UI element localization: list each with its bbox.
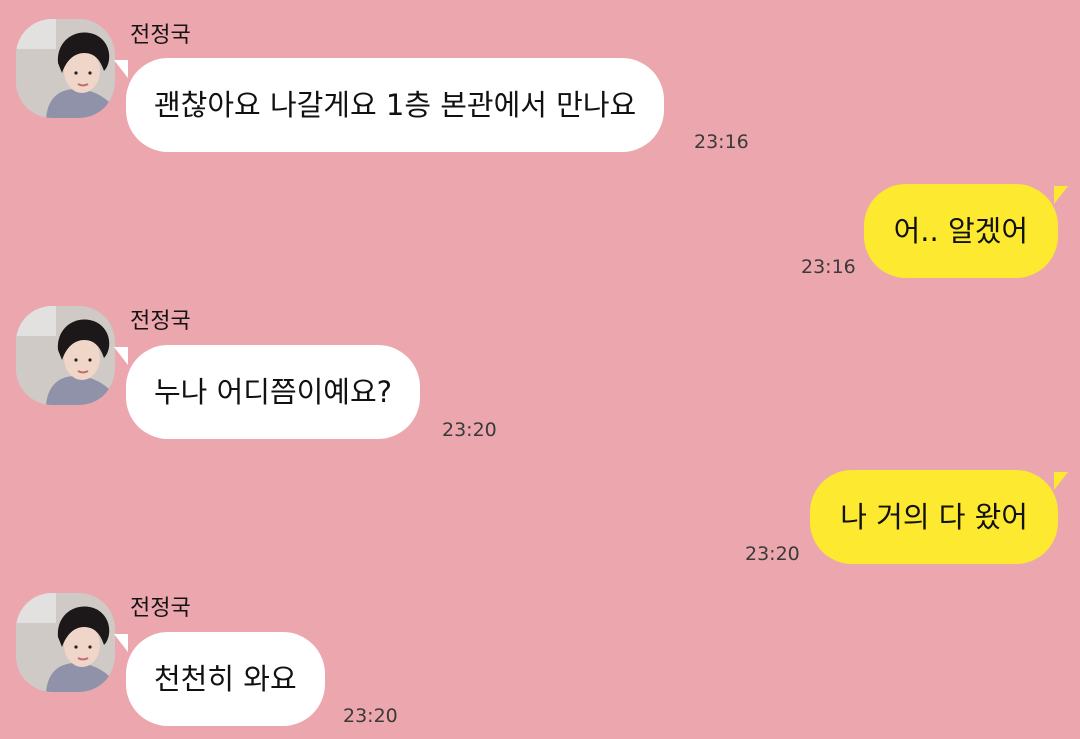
sender-name: 전정국 <box>130 596 191 621</box>
bubble-tail <box>114 60 128 78</box>
sender-avatar[interactable] <box>16 593 115 692</box>
bubble-tail <box>1054 472 1068 490</box>
bubble-tail <box>114 634 128 652</box>
bubble-tail <box>114 347 128 365</box>
message-bubble-incoming[interactable]: 괜찮아요 나갈게요 1층 본관에서 만나요 <box>126 58 665 152</box>
sender-avatar[interactable] <box>16 19 115 118</box>
message-bubble-incoming[interactable]: 누나 어디쯤이예요? <box>126 345 421 439</box>
message-timestamp: 23:16 <box>801 256 856 278</box>
message-timestamp: 23:20 <box>745 543 800 565</box>
profile-photo-icon <box>16 306 115 405</box>
message-timestamp: 23:20 <box>442 419 497 441</box>
sender-avatar[interactable] <box>16 306 115 405</box>
message-bubble-incoming[interactable]: 천천히 와요 <box>126 632 325 726</box>
sender-name: 전정국 <box>130 23 191 48</box>
sender-name: 전정국 <box>130 309 191 334</box>
profile-photo-icon <box>16 593 115 692</box>
message-timestamp: 23:16 <box>694 131 749 153</box>
bubble-tail <box>1054 186 1068 204</box>
message-bubble-outgoing[interactable]: 나 거의 다 왔어 <box>810 470 1058 564</box>
message-bubble-outgoing[interactable]: 어.. 알겠어 <box>863 184 1058 278</box>
profile-photo-icon <box>16 19 115 118</box>
chat-area[interactable]: 전정국 괜찮아요 나갈게요 1층 본관에서 만나요 23:16 어.. 알겠어 … <box>0 0 1080 739</box>
message-timestamp: 23:20 <box>343 705 398 727</box>
